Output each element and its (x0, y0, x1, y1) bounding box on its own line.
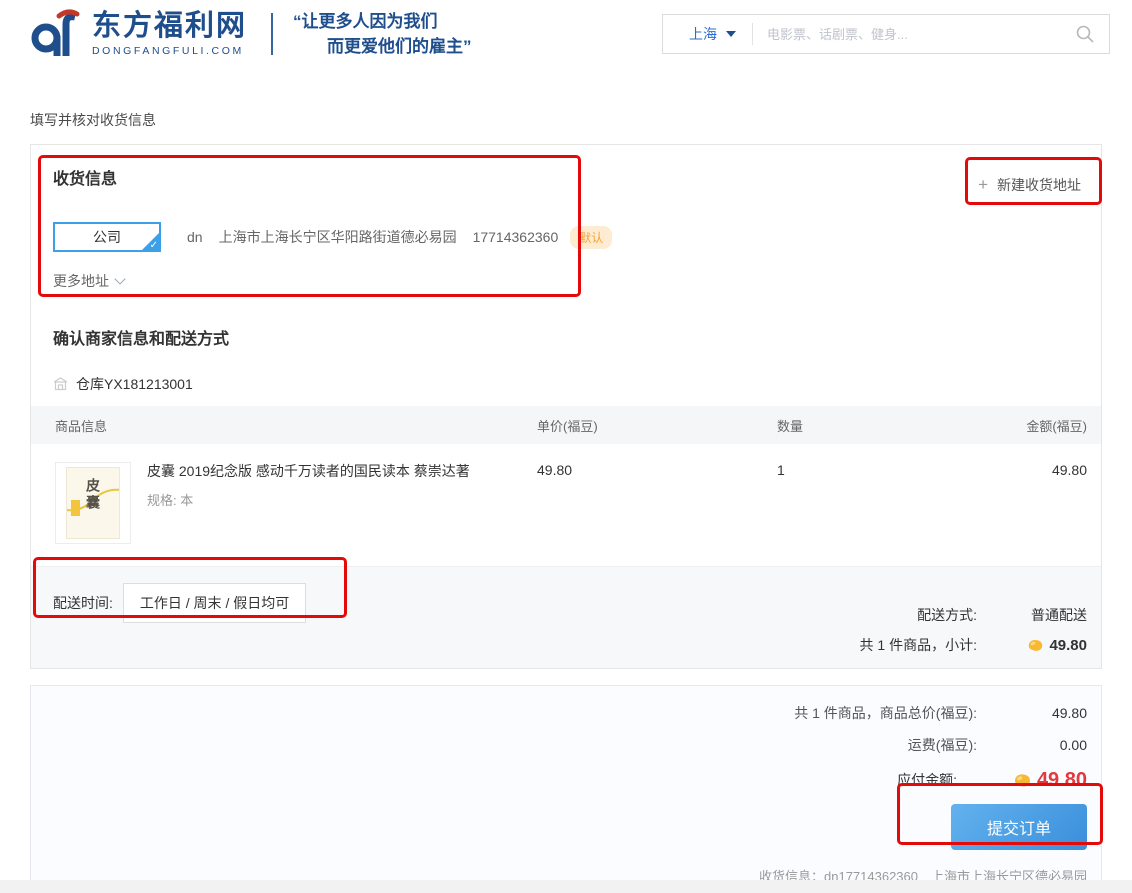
bean-icon (1013, 772, 1032, 788)
header-divider (271, 13, 273, 55)
receiver-phone: 17714362360 (473, 229, 559, 245)
brand-name-cn: 东方福利网 (92, 12, 247, 41)
unit-price: 49.80 (537, 462, 777, 544)
delivery-method-label: 配送方式: (917, 605, 977, 625)
address-row: 公司 ✓ dn 上海市上海长宁区华阳路街道德必易园 17714362360 默认 (53, 221, 1101, 253)
product-title[interactable]: 皮囊 2019纪念版 感动千万读者的国民读本 蔡崇达著 (147, 462, 470, 480)
search-input[interactable] (753, 27, 1075, 42)
brand-tagline: “让更多人因为我们 而更爱他们的雇主” (293, 9, 472, 60)
page-title: 填写并核对收货信息 (30, 112, 1132, 128)
warehouse-row: 仓库YX181213001 (53, 375, 1101, 392)
address-tag-label: 公司 (93, 227, 121, 247)
order-card: 收货信息 + 新建收货地址 公司 ✓ dn 上海市上海长宁区华阳路街道德必易园 … (30, 144, 1102, 669)
summary-card: 共 1 件商品，商品总价(福豆): 49.80 运费(福豆): 0.00 应付金… (30, 685, 1102, 892)
quantity: 1 (777, 462, 977, 544)
product-spec: 规格: 本 (147, 490, 470, 509)
brand-monogram-icon (30, 9, 82, 59)
more-addresses-label: 更多地址 (53, 271, 109, 291)
submit-order-button[interactable]: 提交订单 (951, 804, 1087, 850)
freight-label: 运费(福豆): (908, 735, 977, 755)
bean-icon (1027, 638, 1044, 652)
payable-value: 49.80 (1037, 769, 1087, 792)
new-address-label: 新建收货地址 (997, 175, 1081, 195)
selected-check-icon: ✓ (142, 233, 159, 250)
address-tag-company[interactable]: 公司 ✓ (53, 222, 161, 252)
merchant-section-title: 确认商家信息和配送方式 (31, 291, 1101, 351)
payable-label: 应付金额: (897, 770, 957, 790)
book-cover: 皮囊 (66, 467, 120, 539)
col-unit-price: 单价(福豆) (537, 416, 777, 435)
chevron-down-icon (114, 273, 125, 284)
more-addresses-toggle[interactable]: 更多地址 (53, 271, 1101, 291)
table-row: 皮囊 皮囊 2019纪念版 感动千万读者的国民读本 蔡崇达著 规格: 本 49.… (31, 444, 1101, 562)
col-amount: 金额(福豆) (977, 416, 1087, 435)
col-quantity: 数量 (777, 416, 977, 435)
page-bottom-strip (0, 880, 1132, 893)
total-value: 49.80 (977, 705, 1087, 721)
receiver-name: dn (187, 229, 203, 245)
search-icon[interactable] (1075, 24, 1095, 44)
city-name: 上海 (689, 24, 717, 44)
chevron-down-icon (726, 31, 736, 37)
tagline-line2: 而更爱他们的雇主” (293, 34, 472, 60)
site-header: 东方福利网 DONGFANGFULI.COM “让更多人因为我们 而更爱他们的雇… (0, 0, 1132, 64)
col-product-info: 商品信息 (55, 416, 537, 435)
amount: 49.80 (977, 462, 1087, 544)
delivery-time-selector[interactable]: 工作日 / 周末 / 假日均可 (123, 583, 306, 623)
plus-icon: + (978, 178, 988, 192)
warehouse-icon (53, 377, 68, 391)
warehouse-name: 仓库YX181213001 (76, 374, 193, 394)
book-cover-title: 皮囊 (83, 478, 103, 512)
city-selector[interactable]: 上海 (663, 24, 752, 44)
brand-logo[interactable]: 东方福利网 DONGFANGFULI.COM (30, 9, 247, 59)
freight-value: 0.00 (977, 737, 1087, 753)
shipping-section-title: 收货信息 (53, 169, 117, 191)
order-table-header: 商品信息 单价(福豆) 数量 金额(福豆) (31, 406, 1101, 444)
delivery-method-value: 普通配送 (977, 605, 1087, 625)
search-box: 上海 (662, 14, 1110, 54)
brand-name-en: DONGFANGFULI.COM (92, 46, 247, 57)
total-label: 共 1 件商品，商品总价(福豆): (794, 703, 977, 723)
book-accent (71, 500, 80, 516)
address-detail: 上海市上海长宁区华阳路街道德必易园 (219, 227, 457, 247)
tagline-line1: “让更多人因为我们 (293, 9, 472, 35)
subtotal-value: 49.80 (1049, 637, 1087, 654)
delivery-time-label: 配送时间: (53, 593, 113, 613)
default-badge: 默认 (570, 226, 612, 249)
brand-text: 东方福利网 DONGFANGFULI.COM (92, 12, 247, 57)
subtotal-label: 共 1 件商品，小计: (860, 635, 977, 655)
new-address-button[interactable]: + 新建收货地址 (966, 169, 1093, 201)
delivery-section: 配送时间: 工作日 / 周末 / 假日均可 配送方式: 普通配送 共 1 件商品… (31, 566, 1101, 668)
product-image[interactable]: 皮囊 (55, 462, 131, 544)
